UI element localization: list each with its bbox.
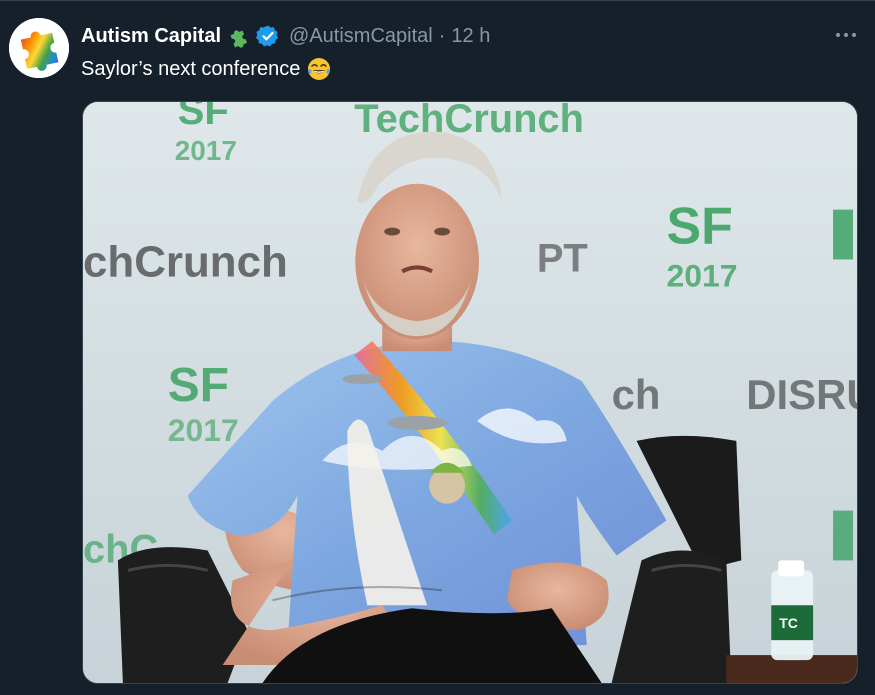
puzzle-badge-icon [230, 30, 248, 48]
backdrop-text: 2017 [666, 257, 737, 293]
backdrop-text: TechCrunch [354, 102, 584, 141]
dot-icon [852, 33, 856, 37]
bottle-label: TC [779, 615, 798, 631]
handle[interactable]: @AutismCapital [289, 25, 433, 48]
conference-photo: SF 2017 TechCrunch chCrunch SF 2017 SF 2… [83, 102, 857, 683]
tweet-text: Saylor’s next conference [81, 56, 332, 82]
avatar[interactable] [9, 18, 69, 78]
dot-icon [844, 33, 848, 37]
backdrop-text: PT [537, 236, 588, 280]
verified-icon [256, 25, 279, 47]
backdrop-text: 2017 [175, 135, 237, 166]
backdrop-text: DISRU [746, 371, 857, 418]
backdrop-text: 2017 [168, 412, 239, 448]
separator-dot: · [438, 24, 446, 47]
backdrop-text: SF [168, 359, 229, 412]
more-options-button[interactable] [831, 20, 861, 50]
timestamp[interactable]: 12 h [451, 25, 490, 48]
rainbow-puzzle-icon [9, 18, 69, 78]
backdrop-text: chCrunch [83, 237, 288, 286]
dot-icon [836, 33, 840, 37]
display-name[interactable]: Autism Capital [81, 25, 221, 48]
tears-of-joy-emoji-icon [308, 58, 331, 80]
tweet-media-image[interactable]: SF 2017 TechCrunch chCrunch SF 2017 SF 2… [82, 101, 858, 684]
tweet[interactable]: Autism Capital @AutismCapital · 12 h Say… [0, 0, 875, 695]
tweet-text-content: Saylor’s next conference [81, 57, 301, 80]
divider [0, 0, 875, 1]
backdrop-text: SF [178, 102, 229, 133]
backdrop-text: SF [666, 197, 732, 255]
tweet-header: Autism Capital @AutismCapital · 12 h [81, 22, 490, 50]
backdrop-text: ch [612, 371, 661, 418]
